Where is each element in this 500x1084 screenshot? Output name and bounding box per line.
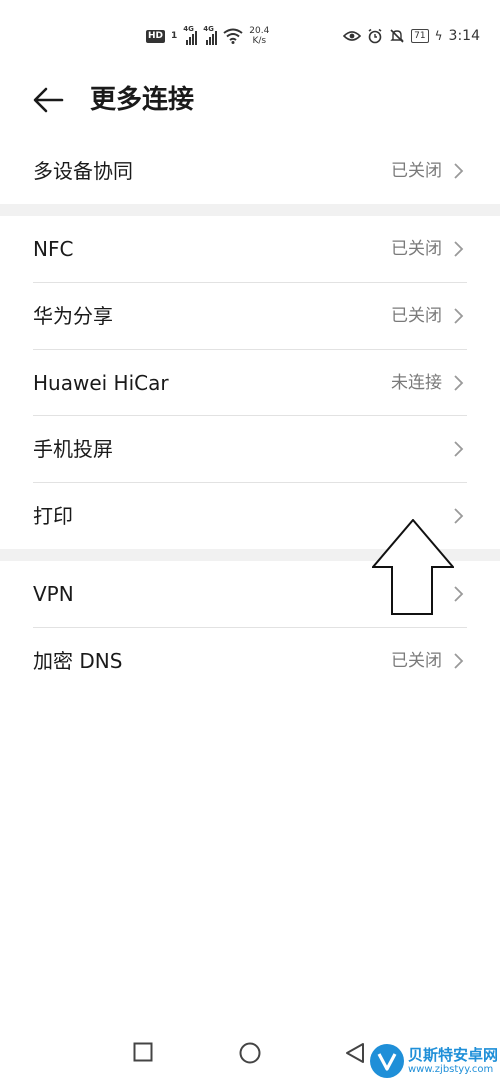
clock: 3:14 (448, 28, 480, 44)
chevron-right-icon (454, 586, 464, 602)
recents-square-icon[interactable] (133, 1042, 153, 1062)
signal-icon-1: 4G (183, 25, 198, 45)
row-encrypted-dns[interactable]: 加密 DNS 已关闭 (0, 628, 500, 694)
status-bar-left: HD 1 4G 4G 20.4 K/s (146, 24, 269, 48)
eye-icon (343, 31, 362, 41)
network-type-label: 4G (203, 25, 214, 33)
battery-icon: 71 (411, 29, 429, 43)
row-hicar[interactable]: Huawei HiCar 未连接 (0, 350, 500, 416)
speed-unit: K/s (252, 36, 267, 46)
row-label: 华为分享 (33, 304, 113, 328)
row-label: 打印 (33, 504, 73, 528)
row-label: 手机投屏 (33, 437, 113, 461)
back-triangle-icon[interactable] (345, 1042, 365, 1064)
watermark-name: 贝斯特安卓网 (408, 1045, 499, 1064)
chevron-right-icon (454, 508, 464, 524)
chevron-right-icon (454, 441, 464, 457)
row-status: 已关闭 (391, 306, 442, 326)
network-type-label: 4G (183, 25, 194, 33)
home-circle-icon[interactable] (239, 1042, 261, 1064)
sim-number: 1 (171, 31, 178, 41)
row-label: VPN (33, 582, 74, 606)
chevron-right-icon (454, 308, 464, 324)
row-label: NFC (33, 237, 74, 261)
watermark-text: 贝斯特安卓网 www.zjbstyy.com (408, 1045, 499, 1076)
watermark-url: www.zjbstyy.com (408, 1063, 494, 1075)
row-status: 未连接 (391, 373, 442, 393)
app-header: 更多连接 (0, 70, 500, 132)
row-status: 已关闭 (391, 161, 442, 181)
mute-icon (390, 29, 404, 43)
watermark-logo-icon (370, 1044, 404, 1078)
signal-icon-2: 4G (203, 25, 218, 45)
chevron-right-icon (454, 163, 464, 179)
status-bar: HD 1 4G 4G 20.4 K/s 71 ϟ 3:14 (0, 0, 500, 70)
row-label: 加密 DNS (33, 649, 123, 673)
chevron-right-icon (454, 241, 464, 257)
chevron-right-icon (454, 375, 464, 391)
alarm-icon (368, 28, 382, 44)
row-label: Huawei HiCar (33, 371, 169, 395)
row-nfc[interactable]: NFC 已关闭 (0, 216, 500, 282)
charging-icon: ϟ (434, 29, 443, 43)
site-watermark: 贝斯特安卓网 www.zjbstyy.com (370, 1044, 498, 1078)
section-gap (0, 204, 500, 216)
row-multi-device[interactable]: 多设备协同 已关闭 (0, 138, 500, 204)
row-status: 已关闭 (391, 651, 442, 671)
page-title: 更多连接 (90, 85, 195, 115)
status-bar-right: 71 ϟ 3:14 (343, 24, 480, 48)
row-screen-projection[interactable]: 手机投屏 (0, 416, 500, 482)
network-speed: 20.4 K/s (249, 26, 269, 46)
wifi-icon (223, 28, 243, 44)
hd-badge: HD (146, 29, 166, 43)
row-huawei-share[interactable]: 华为分享 已关闭 (0, 283, 500, 349)
back-arrow-icon[interactable] (30, 82, 66, 118)
pointer-arrow-icon (372, 519, 454, 615)
row-label: 多设备协同 (33, 159, 133, 183)
chevron-right-icon (454, 653, 464, 669)
speed-value: 20.4 (249, 26, 270, 36)
row-status: 已关闭 (391, 239, 442, 259)
